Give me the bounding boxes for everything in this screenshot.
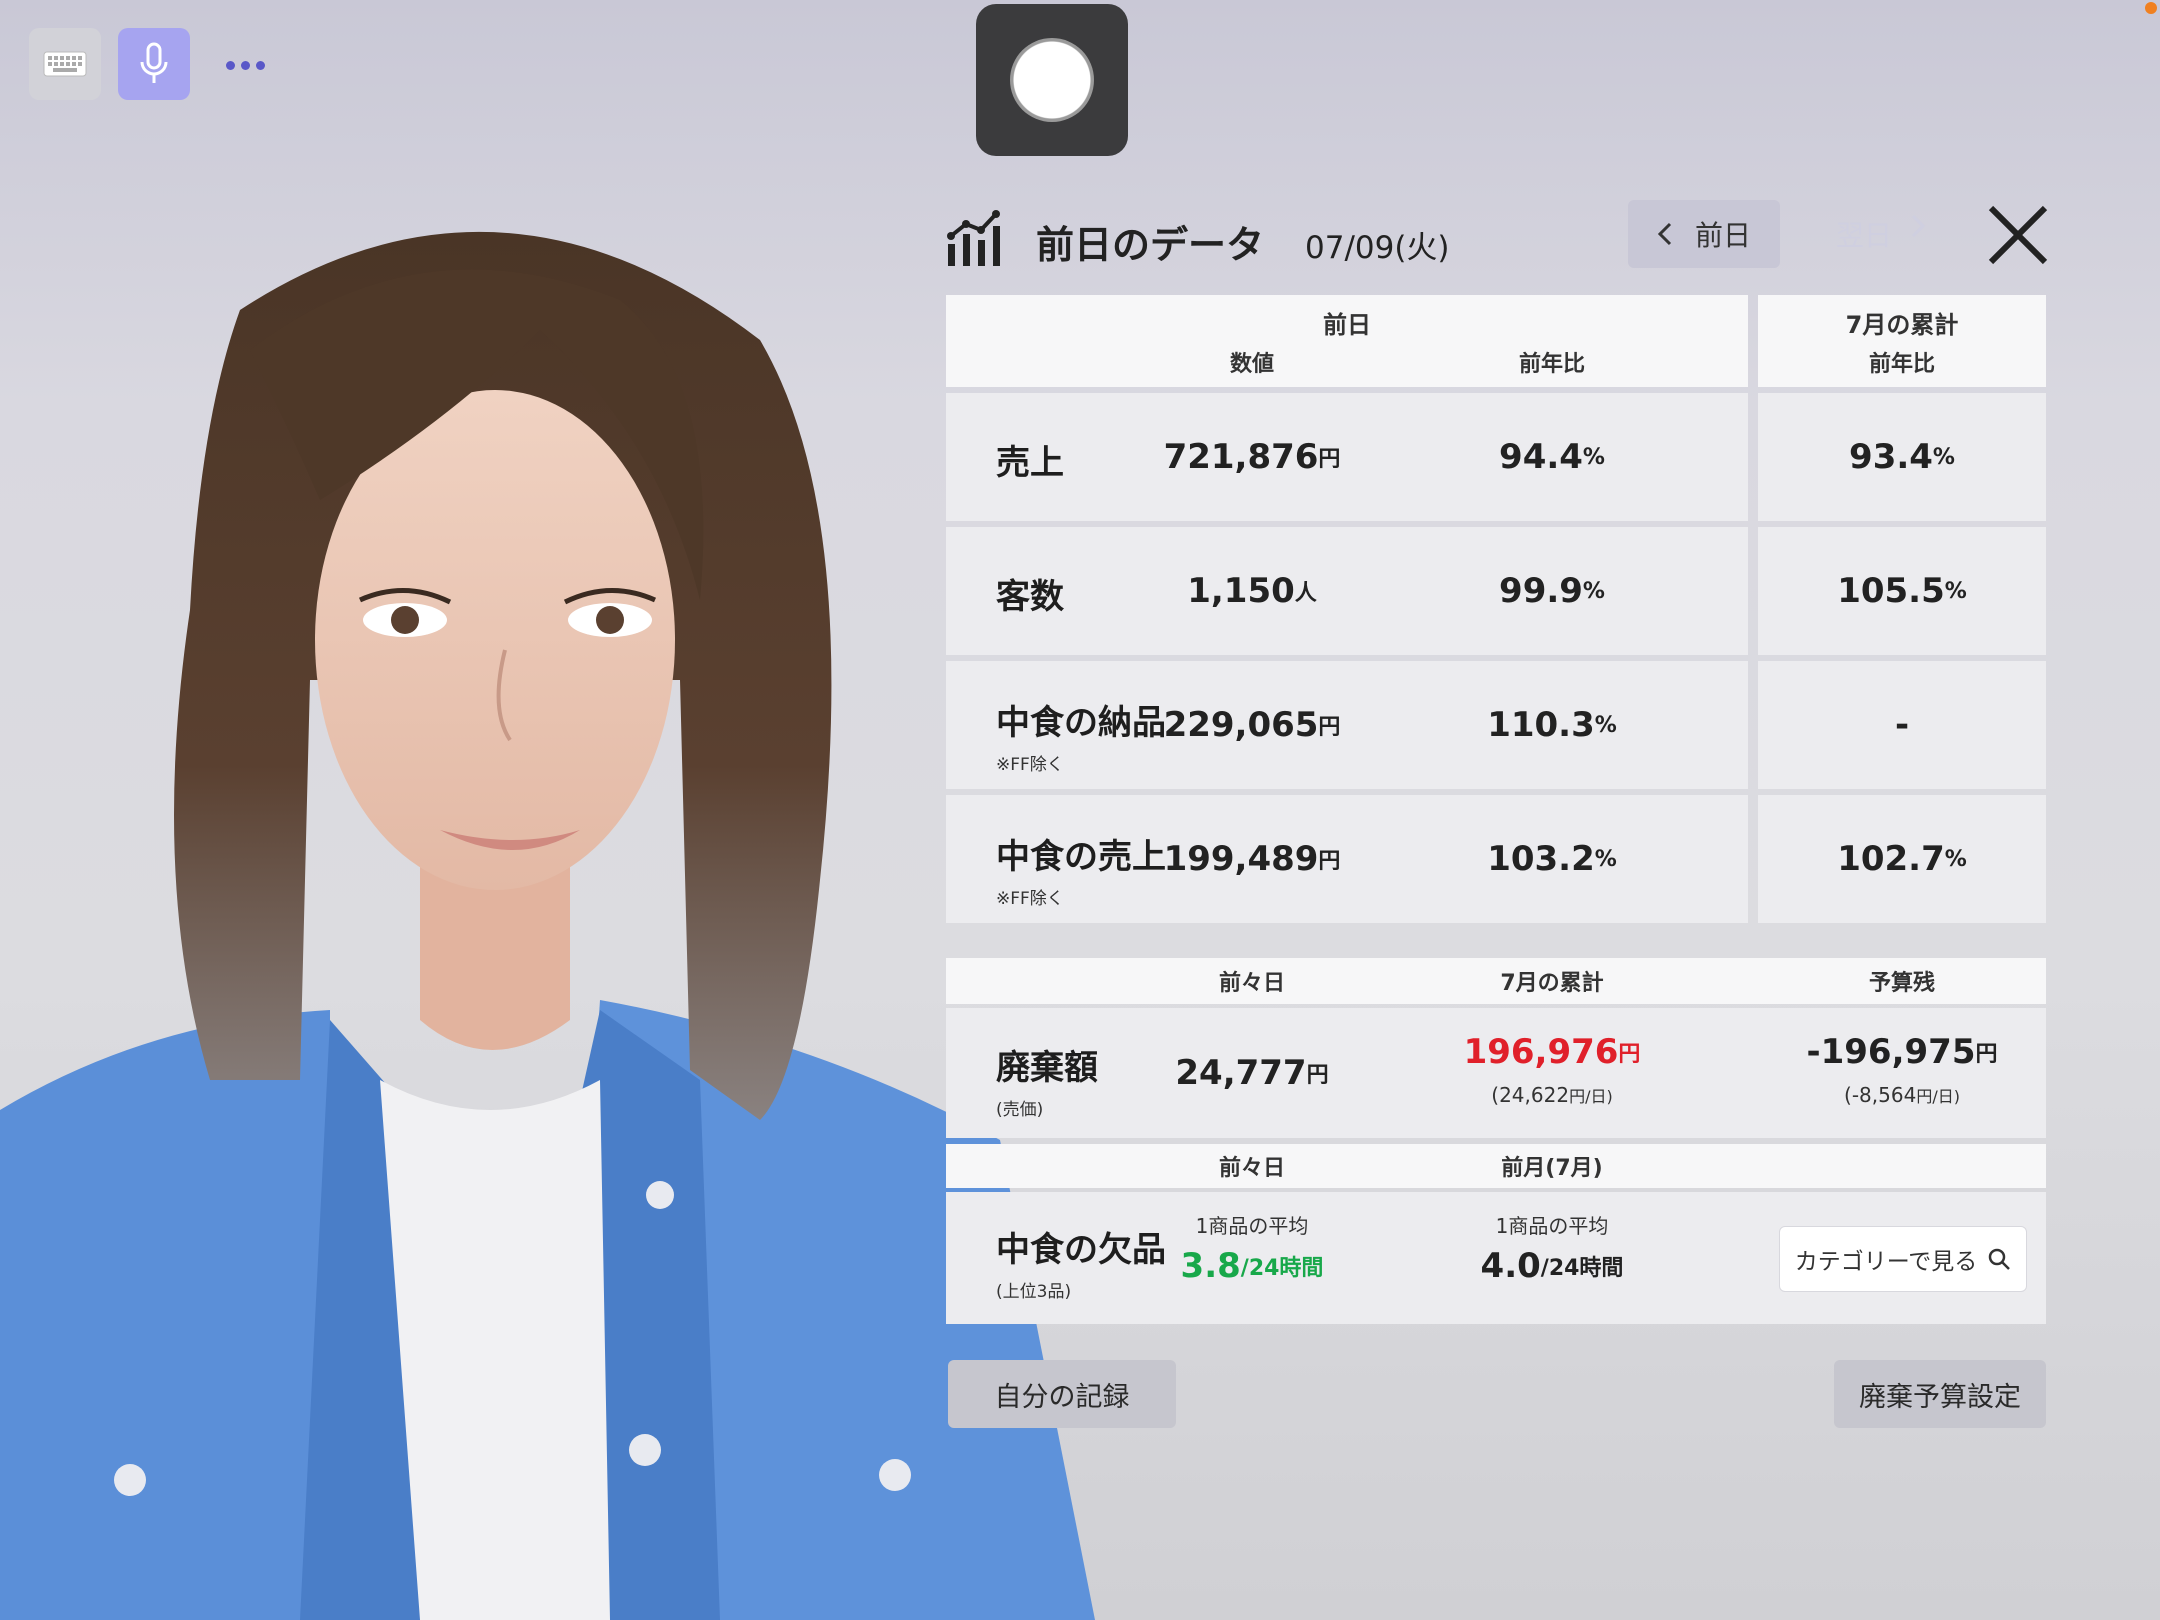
keyboard-icon xyxy=(43,51,87,77)
chevron-left-icon xyxy=(1657,222,1672,246)
prev-day-button[interactable]: 前日 xyxy=(1628,200,1780,268)
row-yoy: 103.2 xyxy=(1487,839,1595,879)
col-day-before: 前々日 xyxy=(1218,1156,1285,1181)
status-dot xyxy=(2145,2,2157,14)
waste-budget-button[interactable]: 廃棄予算設定 xyxy=(1834,1360,2046,1428)
row-yoy-unit: % xyxy=(1594,712,1617,738)
record-button[interactable] xyxy=(976,4,1128,156)
row-value: 229,065 xyxy=(1163,705,1319,745)
row-yoy-unit: % xyxy=(1582,444,1605,470)
row-value: 721,876 xyxy=(1163,437,1319,477)
row-label: 客数 xyxy=(996,577,1064,617)
more-dots-icon xyxy=(223,55,268,74)
chevron-right-icon xyxy=(1911,214,1926,238)
col-yoy: 前年比 xyxy=(1518,352,1585,377)
row-value-unit: 円 xyxy=(1318,715,1341,740)
row-label: 中食の納品 xyxy=(996,703,1166,743)
row-yoy-unit: % xyxy=(1594,846,1617,872)
avg-label: 1商品の平均 xyxy=(1495,1213,1609,1238)
row-label: 売上 xyxy=(996,443,1064,483)
waste-sublabel: (売価) xyxy=(996,1100,1044,1120)
waste-month-cum-unit: 円 xyxy=(1618,1042,1641,1067)
row-month-yoy: 93.4 xyxy=(1849,437,1933,477)
waste-budget-left-unit: 円 xyxy=(1975,1042,1998,1067)
stockout-day-before-value: 3.8 xyxy=(1180,1246,1241,1286)
waste-month-per-day: (24,622 xyxy=(1491,1083,1570,1107)
col-prev-month: 前月(7月) xyxy=(1501,1156,1603,1181)
row-value-unit: 人 xyxy=(1294,581,1317,606)
waste-month-per-day-unit: 円/日) xyxy=(1569,1087,1613,1106)
waste-budget-left: -196,975 xyxy=(1806,1032,1976,1072)
stockout-day-before-unit: /24時間 xyxy=(1240,1256,1324,1281)
row-month-unit: % xyxy=(1944,578,1967,604)
microphone-button[interactable] xyxy=(118,28,190,100)
row-month-yoy: 105.5 xyxy=(1837,571,1945,611)
row-sublabel: ※FF除く xyxy=(996,755,1064,775)
col-budget-left: 予算残 xyxy=(1868,971,1935,996)
col-value: 数値 xyxy=(1229,352,1274,377)
group-prev-day: 前日 xyxy=(1323,310,1371,339)
record-icon xyxy=(1010,38,1094,122)
keyboard-button[interactable] xyxy=(29,28,101,100)
row-value-unit: 円 xyxy=(1318,447,1341,472)
row-value-unit: 円 xyxy=(1318,849,1341,874)
prev-day-label: 前日 xyxy=(1694,219,1751,252)
category-view-button[interactable]: カテゴリーで見る xyxy=(1779,1226,2027,1292)
stockout-prev-month-unit: /24時間 xyxy=(1540,1256,1624,1281)
avatar-character xyxy=(0,231,1095,1620)
row-month-unit: % xyxy=(1932,444,1955,470)
more-button[interactable] xyxy=(210,28,280,100)
waste-day-before-unit: 円 xyxy=(1306,1063,1329,1088)
avg-label: 1商品の平均 xyxy=(1195,1213,1309,1238)
waste-budget-per-day: (-8,564 xyxy=(1844,1083,1917,1107)
row-sublabel: ※FF除く xyxy=(996,889,1064,909)
microphone-icon xyxy=(140,42,168,83)
row-yoy: 110.3 xyxy=(1487,705,1595,745)
page-date: 07/09(火) xyxy=(1305,230,1450,266)
bar-chart-icon xyxy=(947,210,1000,266)
row-value: 1,150 xyxy=(1187,571,1295,611)
row-month-yoy: 102.7 xyxy=(1837,839,1945,879)
row-yoy: 94.4 xyxy=(1499,437,1583,477)
summary-table: 前日 7月の累計 数値 前年比 前年比 売上 721,876 円 94.4% 93… xyxy=(946,295,2046,935)
col-day-before: 前々日 xyxy=(1218,971,1285,996)
waste-day-before: 24,777 xyxy=(1175,1053,1307,1093)
col-month-yoy: 前年比 xyxy=(1868,352,1935,377)
close-icon[interactable] xyxy=(1985,202,2051,268)
next-day-label: 翌日 xyxy=(1836,219,1893,252)
self-record-button[interactable]: 自分の記録 xyxy=(948,1360,1176,1428)
row-month-yoy: - xyxy=(1894,705,1910,745)
search-icon xyxy=(1989,1248,2011,1270)
waste-budget-per-day-unit: 円/日) xyxy=(1916,1087,1960,1106)
page-title: 前日のデータ xyxy=(1036,223,1265,267)
stockout-prev-month-value: 4.0 xyxy=(1480,1246,1541,1286)
group-month-cum: 7月の累計 xyxy=(1845,310,1959,339)
row-label: 中食の売上 xyxy=(996,837,1166,877)
category-view-label: カテゴリーで見る xyxy=(1794,1249,1978,1275)
row-yoy-unit: % xyxy=(1582,578,1605,604)
row-value: 199,489 xyxy=(1163,839,1319,879)
col-month-cum: 7月の累計 xyxy=(1500,971,1604,996)
row-month-unit: % xyxy=(1944,846,1967,872)
waste-table: 前々日 7月の累計 予算残 廃棄額 (売価) 24,777 円 196,976 円 … xyxy=(946,958,2046,1138)
next-day-button[interactable]: 翌日 xyxy=(1836,214,1926,254)
waste-label: 廃棄額 xyxy=(996,1048,1098,1088)
row-yoy: 99.9 xyxy=(1499,571,1583,611)
waste-month-cum: 196,976 xyxy=(1463,1032,1619,1072)
